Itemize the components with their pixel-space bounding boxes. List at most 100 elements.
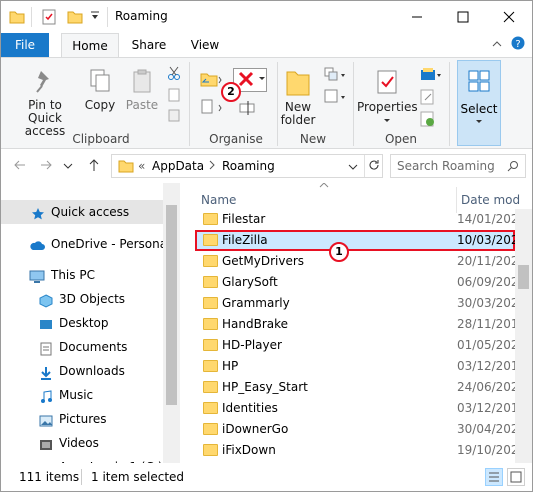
file-name: Filestar [222, 212, 266, 226]
breadcrumb-appdata[interactable]: AppData [152, 159, 204, 173]
quick-access-dropdown-icon[interactable] [89, 7, 101, 26]
file-date: 10/03/202 [457, 233, 519, 247]
file-row[interactable]: Grammarly 30/03/202 [195, 293, 519, 314]
file-date: 03/12/201 [457, 401, 519, 415]
breadcrumb-overflow[interactable]: « [138, 159, 145, 173]
folder-icon [118, 159, 134, 176]
copy-button[interactable]: Copy [83, 68, 117, 112]
nav-item-downloads[interactable]: Downloads [1, 359, 163, 383]
nav-item-videos[interactable]: Videos [1, 431, 163, 455]
file-date: 06/09/202 [457, 275, 519, 289]
nav-label: Quick access [51, 205, 130, 219]
easy-access-icon[interactable] [323, 88, 347, 109]
pin-to-quick-access-button[interactable]: Pin to Quick access [9, 68, 81, 138]
search-input[interactable]: Search Roaming [390, 154, 526, 178]
tab-home[interactable]: Home [61, 33, 119, 58]
move-to-icon[interactable] [199, 70, 223, 91]
nav-label: Music [59, 388, 94, 402]
ribbon-tabs: File Home Share View ? [1, 33, 532, 58]
copy-label: Copy [84, 98, 116, 112]
nav-item-onedrive[interactable]: OneDrive - Personal [1, 232, 163, 256]
edit-icon[interactable] [419, 88, 437, 109]
close-button[interactable] [486, 1, 532, 33]
nav-label: Downloads [59, 364, 125, 378]
paste-button[interactable]: Paste [123, 68, 161, 112]
maximize-button[interactable] [440, 1, 486, 33]
large-icons-view-button[interactable] [507, 468, 525, 486]
address-bar[interactable]: « AppData Roaming [111, 154, 383, 178]
folder-icon [9, 9, 25, 28]
rename-icon[interactable] [239, 100, 257, 121]
history-icon[interactable] [419, 110, 437, 131]
minimize-button[interactable] [394, 1, 440, 33]
file-row[interactable]: GetMyDrivers 20/11/202 [195, 251, 519, 272]
nav-item-pictures[interactable]: Pictures [1, 407, 163, 431]
tab-file[interactable]: File [1, 33, 49, 57]
breadcrumb-roaming[interactable]: Roaming [222, 159, 275, 173]
file-row[interactable]: HandBrake 28/11/201 [195, 314, 519, 335]
select-button[interactable]: Select [457, 60, 501, 146]
file-name: iDownerGo [222, 422, 289, 436]
help-icon[interactable]: ? [511, 36, 525, 53]
back-arrow-icon[interactable] [13, 158, 27, 176]
collapse-ribbon-icon[interactable] [491, 38, 503, 53]
file-date: 24/06/202 [457, 380, 519, 394]
nav-item-3d-objects[interactable]: 3D Objects [1, 287, 163, 311]
file-date: 30/03/202 [457, 296, 519, 310]
file-row[interactable]: iFixDown 19/10/202 [195, 440, 519, 461]
minimize-icon [412, 16, 422, 18]
file-row[interactable]: Identities 03/12/201 [195, 398, 519, 419]
file-row[interactable]: GlarySoft 06/09/202 [195, 272, 519, 293]
item-count: 111 items [19, 470, 80, 484]
file-row-selected[interactable]: FileZilla 10/03/202 [195, 230, 519, 251]
up-arrow-icon[interactable] [87, 158, 101, 176]
copy-to-icon[interactable] [199, 98, 223, 119]
recent-locations-icon[interactable] [63, 160, 73, 175]
copy-path-icon[interactable] [167, 88, 181, 105]
nav-item-documents[interactable]: Documents [1, 335, 163, 359]
select-all-icon [468, 70, 490, 92]
file-list: Name Date mod Filestar 14/01/202 FileZil… [181, 183, 532, 463]
file-row[interactable]: iDownerGo 30/04/202 [195, 419, 519, 440]
nav-item-drive[interactable]: Acer Iconia 1 (C:) [1, 455, 163, 463]
file-name: GlarySoft [222, 275, 278, 289]
nav-item-this-pc[interactable]: This PC [1, 263, 163, 287]
tab-view[interactable]: View [181, 33, 229, 57]
new-folder-button[interactable]: New folder [277, 68, 319, 127]
details-view-button[interactable] [485, 468, 503, 486]
properties-icon[interactable] [41, 9, 57, 28]
new-folder-icon [286, 71, 310, 96]
address-dropdown-icon[interactable] [348, 161, 358, 175]
refresh-icon[interactable] [368, 159, 380, 174]
cube-icon [39, 292, 53, 308]
open-group-label: Open [384, 132, 418, 146]
file-row[interactable]: HP_Easy_Start 24/06/202 [195, 377, 519, 398]
nav-item-desktop[interactable]: Desktop [1, 311, 163, 335]
folder-icon [203, 255, 218, 267]
cut-icon[interactable] [167, 66, 181, 83]
file-date: 20/11/202 [457, 254, 519, 268]
list-scrollbar[interactable] [515, 209, 532, 463]
nav-scroll-thumb[interactable] [166, 205, 177, 405]
file-row[interactable]: HD-Player 01/05/202 [195, 335, 519, 356]
tab-share[interactable]: Share [125, 33, 173, 57]
breadcrumb-separator-icon[interactable] [208, 159, 216, 174]
file-date: 30/04/202 [457, 422, 519, 436]
properties-button[interactable]: Properties [357, 68, 418, 127]
open-icon[interactable] [419, 66, 441, 87]
forward-arrow-icon[interactable] [39, 158, 53, 176]
folder-icon [203, 444, 218, 456]
new-folder-icon[interactable] [67, 9, 83, 28]
new-item-icon[interactable] [323, 66, 347, 87]
computer-icon [29, 268, 45, 283]
list-scroll-thumb[interactable] [518, 265, 529, 289]
nav-item-quick-access[interactable]: Quick access [1, 200, 163, 224]
nav-label: This PC [51, 268, 95, 282]
nav-item-music[interactable]: Music [1, 383, 163, 407]
nav-scrollbar[interactable] [163, 183, 180, 463]
file-row[interactable]: Filestar 14/01/202 [195, 209, 519, 230]
paste-shortcut-icon[interactable] [167, 108, 181, 125]
pin-icon [36, 71, 49, 93]
file-date: 14/01/202 [457, 212, 519, 226]
file-row[interactable]: HP 03/12/201 [195, 356, 519, 377]
